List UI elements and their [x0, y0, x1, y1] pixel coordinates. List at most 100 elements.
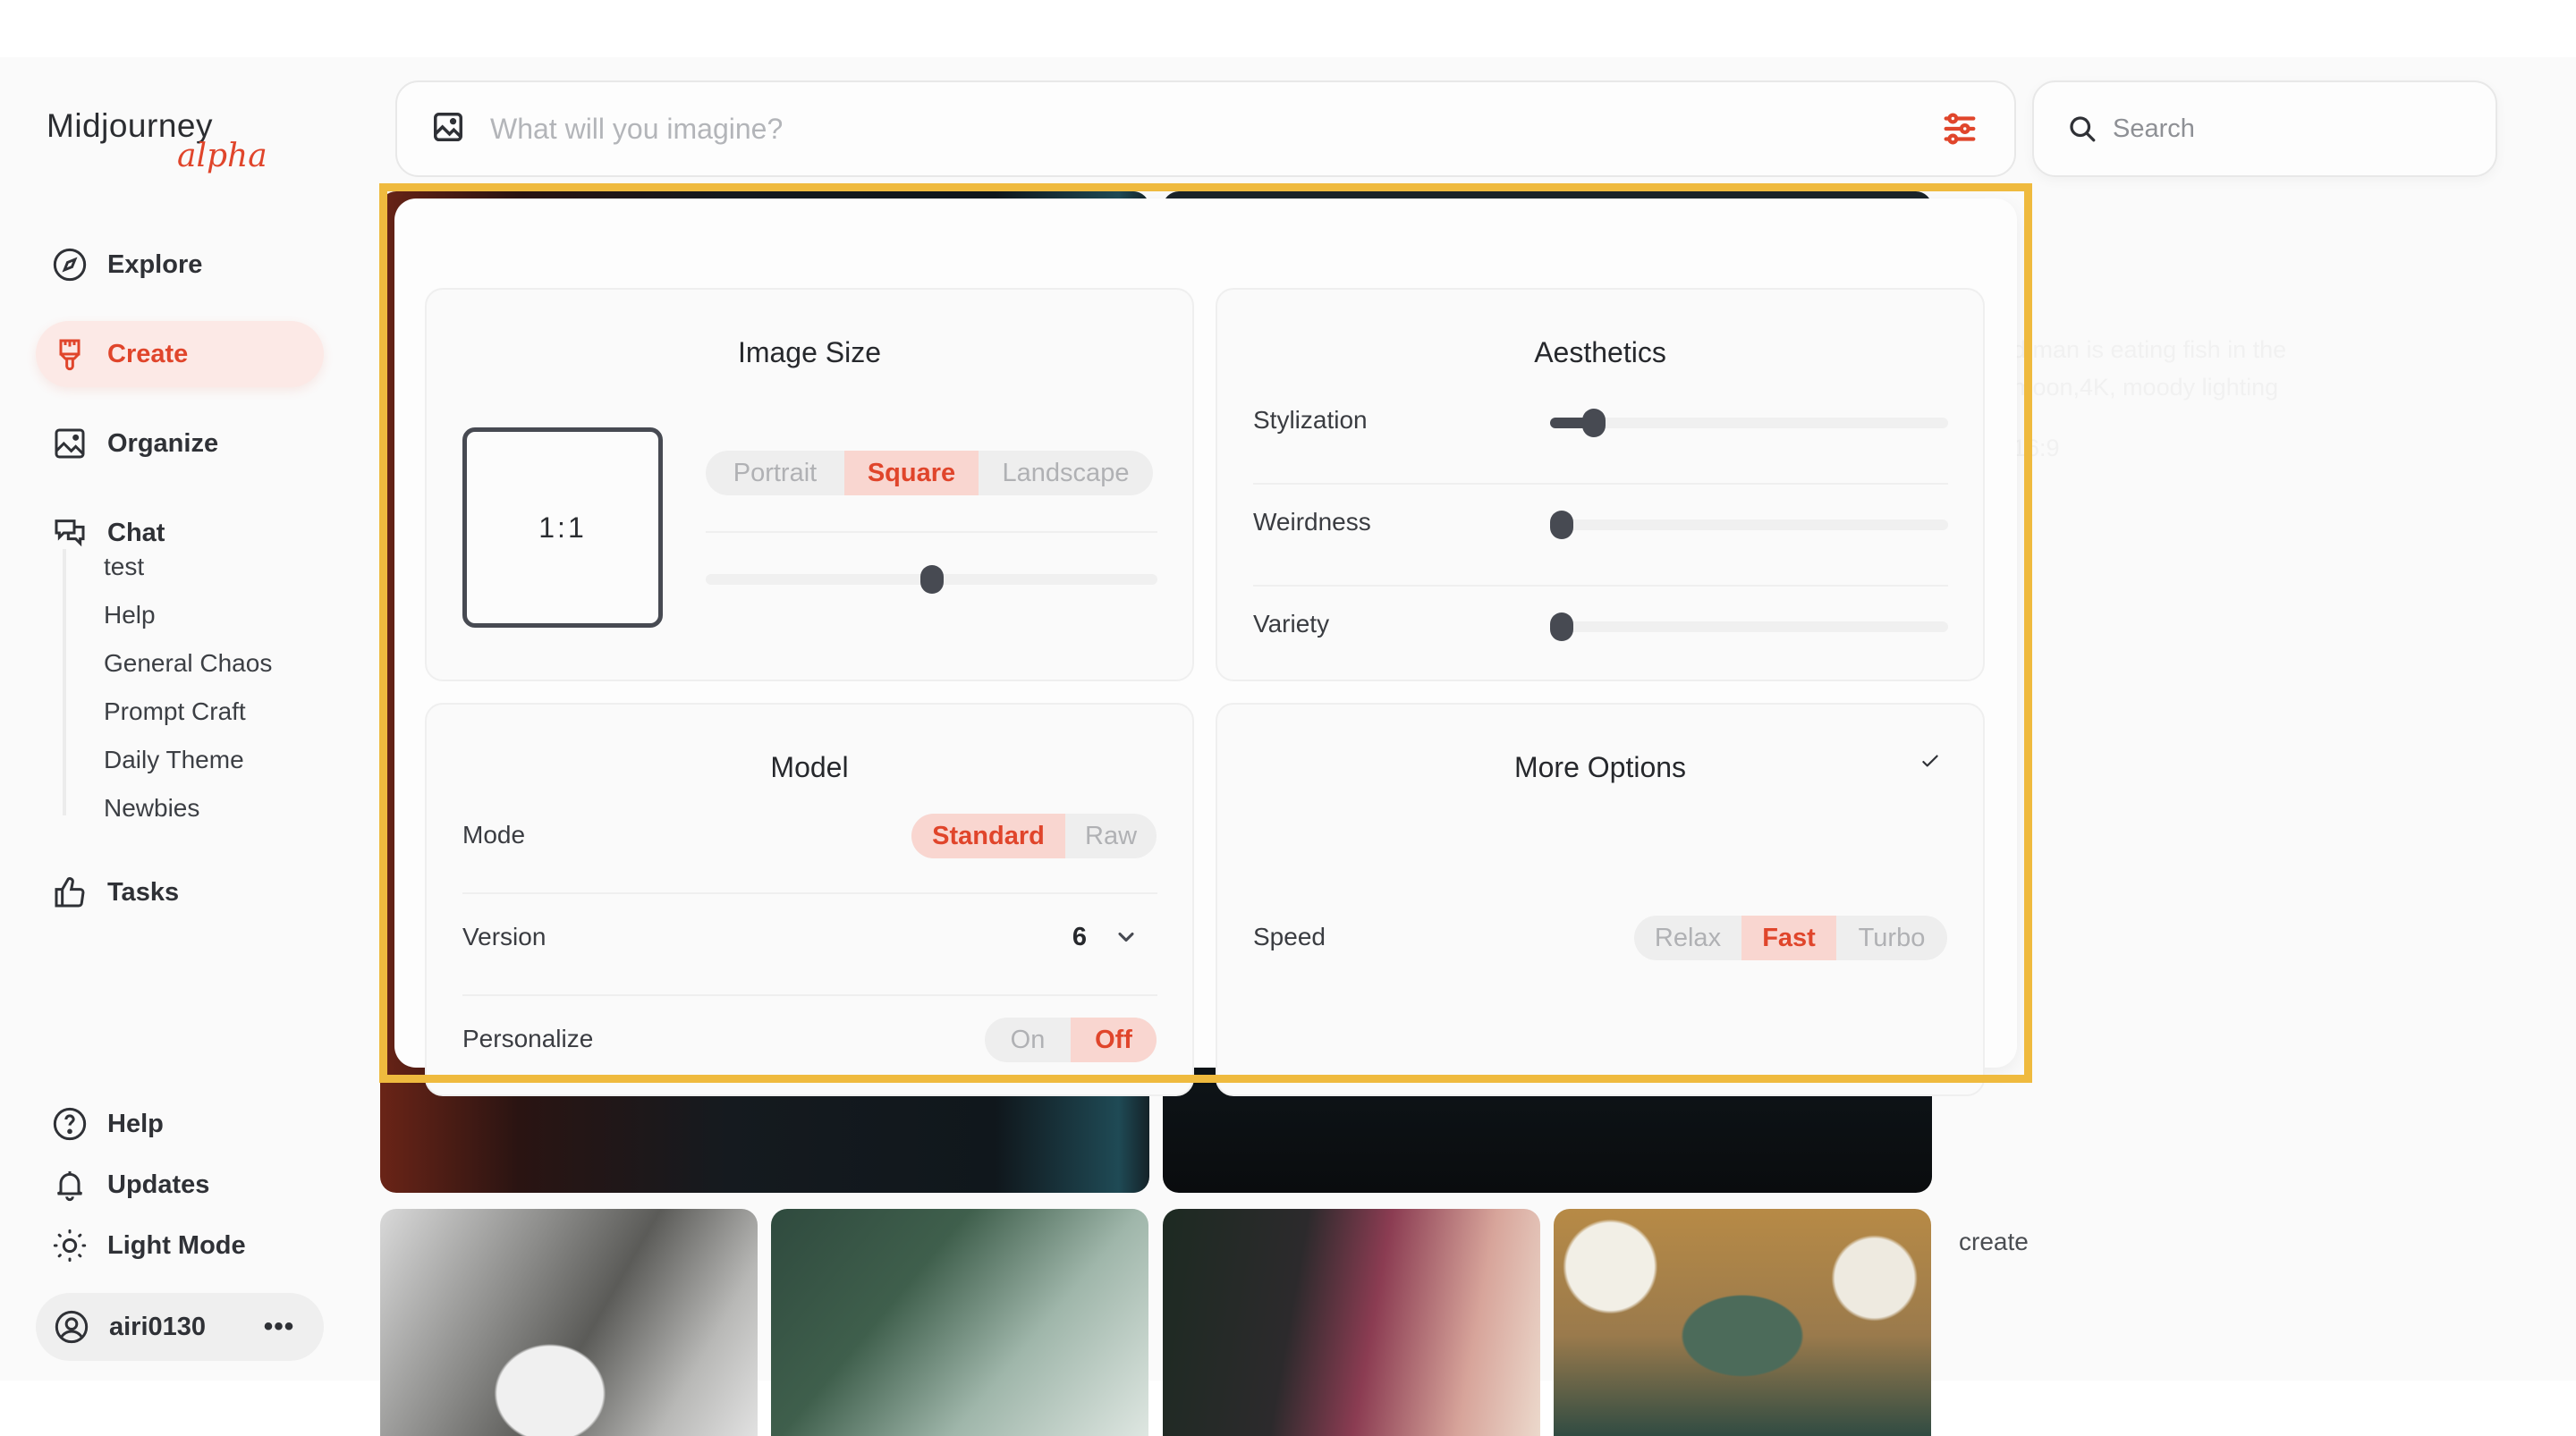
- question-circle-icon: [50, 1104, 89, 1144]
- personalize-toggle: On Off: [985, 1018, 1157, 1062]
- faded-prompt-text: moon,4K, moody lighting: [2012, 374, 2279, 401]
- speed-selector: Relax Fast Turbo: [1634, 916, 1947, 960]
- mode-label: Mode: [462, 821, 526, 849]
- slider-knob[interactable]: [1550, 511, 1573, 539]
- compass-icon: [50, 245, 89, 284]
- mode-raw[interactable]: Raw: [1065, 814, 1157, 858]
- weirdness-label: Weirdness: [1253, 508, 1371, 536]
- chat-bubbles-icon: [50, 513, 89, 553]
- gallery-thumbnail[interactable]: [1163, 1209, 1540, 1436]
- sidebar-item-label: Explore: [107, 249, 203, 279]
- aspect-ratio-slider[interactable]: [706, 565, 1157, 594]
- sidebar-item-create[interactable]: Create: [36, 321, 324, 387]
- weirdness-slider[interactable]: [1550, 511, 1948, 539]
- prompt-input[interactable]: [490, 112, 1939, 146]
- variety-slider[interactable]: [1550, 612, 1948, 641]
- app-window: Midjourney alpha Explore Create Organize: [0, 57, 2576, 1436]
- username: airi0130: [109, 1312, 207, 1341]
- slider-knob[interactable]: [919, 565, 944, 594]
- gallery-thumbnail[interactable]: [1554, 1209, 1931, 1436]
- mode-selector: Standard Raw: [911, 814, 1157, 858]
- sidebar-item-tasks[interactable]: Tasks: [36, 859, 324, 925]
- settings-sliders-icon[interactable]: [1939, 108, 1980, 149]
- more-options-card: More Options Speed Relax Fast Turbo: [1216, 703, 1985, 1096]
- version-value[interactable]: 6: [1072, 923, 1087, 952]
- stylization-slider[interactable]: [1550, 409, 1948, 437]
- image-icon: [50, 424, 89, 463]
- chat-room-daily-theme[interactable]: Daily Theme: [104, 746, 244, 774]
- image-size-title: Image Size: [737, 336, 882, 368]
- gallery-thumbnail[interactable]: [380, 1209, 758, 1436]
- orientation-selector: Portrait Square Landscape: [706, 451, 1153, 495]
- sidebar: Midjourney alpha Explore Create Organize: [0, 57, 367, 1381]
- chat-room-newbies[interactable]: Newbies: [104, 794, 199, 823]
- version-label: Version: [462, 923, 547, 950]
- divider: [706, 531, 1157, 533]
- divider: [462, 892, 1157, 894]
- slider-knob[interactable]: [1581, 409, 1606, 437]
- sun-icon: [50, 1226, 89, 1265]
- orientation-landscape[interactable]: Landscape: [979, 451, 1153, 495]
- model-title: Model: [770, 751, 849, 783]
- create-label: create: [1959, 1228, 2029, 1255]
- speed-fast[interactable]: Fast: [1741, 916, 1836, 960]
- personalize-on[interactable]: On: [985, 1018, 1071, 1062]
- logo[interactable]: Midjourney alpha: [47, 107, 267, 174]
- bell-icon: [50, 1165, 89, 1204]
- sidebar-item-label: Updates: [107, 1170, 210, 1199]
- user-avatar-icon: [52, 1307, 91, 1347]
- chat-room-prompt-craft[interactable]: Prompt Craft: [104, 697, 246, 726]
- checkmark-icon[interactable]: [1919, 749, 1942, 773]
- speed-label: Speed: [1253, 923, 1326, 950]
- image-upload-icon[interactable]: [431, 110, 465, 148]
- aesthetics-card: Aesthetics Stylization Weirdness Variety: [1216, 288, 1985, 681]
- gallery-thumbnail[interactable]: [771, 1209, 1148, 1436]
- sidebar-item-label: Help: [107, 1109, 164, 1138]
- sidebar-item-label: Tasks: [107, 877, 180, 907]
- sidebar-item-label: Create: [107, 339, 189, 368]
- divider: [462, 994, 1157, 996]
- sidebar-item-chat[interactable]: Chat: [36, 500, 324, 566]
- logo-tag: alpha: [177, 138, 267, 174]
- orientation-square[interactable]: Square: [844, 451, 979, 495]
- aesthetics-title: Aesthetics: [1534, 336, 1666, 368]
- variety-label: Variety: [1253, 610, 1330, 638]
- search-icon: [2070, 116, 2096, 142]
- sidebar-item-help[interactable]: Help: [36, 1091, 324, 1157]
- chat-rooms-rail: [63, 549, 66, 815]
- personalize-off[interactable]: Off: [1071, 1018, 1157, 1062]
- thumbs-up-icon: [50, 873, 89, 912]
- orientation-portrait[interactable]: Portrait: [706, 451, 844, 495]
- search-input[interactable]: [2113, 114, 2496, 144]
- personalize-label: Personalize: [462, 1025, 594, 1052]
- sidebar-item-label: Chat: [107, 518, 165, 547]
- user-account[interactable]: airi0130 •••: [36, 1293, 324, 1361]
- faded-prompt-text: d man is eating fish in the: [2012, 336, 2287, 363]
- sidebar-item-label: Organize: [107, 428, 219, 458]
- more-options-title: More Options: [1513, 751, 1687, 783]
- chevron-down-icon[interactable]: [1114, 925, 1139, 950]
- sidebar-item-label: Light Mode: [107, 1230, 246, 1260]
- mode-standard[interactable]: Standard: [911, 814, 1065, 858]
- speed-turbo[interactable]: Turbo: [1836, 916, 1947, 960]
- more-options-icon[interactable]: •••: [252, 1312, 306, 1342]
- divider: [1253, 585, 1948, 587]
- sidebar-item-updates[interactable]: Updates: [36, 1152, 324, 1218]
- sidebar-item-explore[interactable]: Explore: [36, 232, 324, 298]
- faded-ratio-text: 16:9: [2012, 435, 2060, 461]
- sidebar-item-light-mode[interactable]: Light Mode: [36, 1212, 324, 1279]
- chat-room-help[interactable]: Help: [104, 601, 156, 629]
- prompt-bar: [395, 80, 2016, 177]
- slider-knob[interactable]: [1550, 612, 1573, 641]
- image-size-card: Image Size 1:1 Portrait Square Landscape: [425, 288, 1194, 681]
- chat-room-test[interactable]: test: [104, 553, 144, 581]
- aspect-ratio-preview: 1:1: [462, 427, 663, 628]
- stylization-label: Stylization: [1253, 406, 1368, 434]
- search-bar: [2032, 80, 2497, 177]
- divider: [1253, 483, 1948, 485]
- sidebar-item-organize[interactable]: Organize: [36, 410, 324, 477]
- image-settings-panel: Image Size 1:1 Portrait Square Landscape…: [394, 199, 2017, 1096]
- speed-relax[interactable]: Relax: [1634, 916, 1741, 960]
- model-card: Model Mode Standard Raw Version 6 Person…: [425, 703, 1194, 1096]
- chat-room-general-chaos[interactable]: General Chaos: [104, 649, 272, 678]
